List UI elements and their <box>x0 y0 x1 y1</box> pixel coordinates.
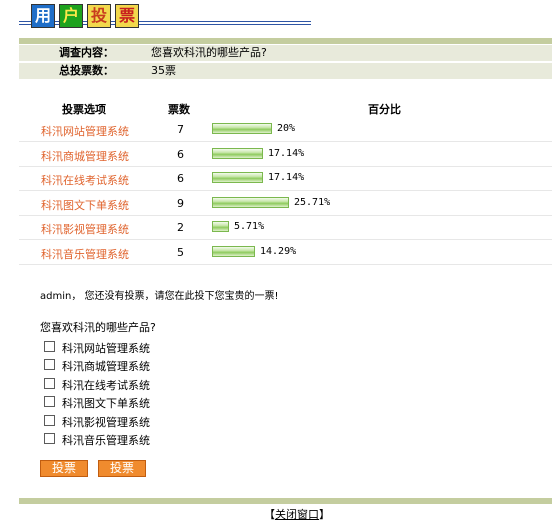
option-count: 2 <box>177 221 184 235</box>
close-window: 【关闭窗口】 <box>264 506 330 522</box>
vote-option-label: 科汛音乐管理系统 <box>62 434 150 447</box>
option-count: 9 <box>177 196 184 210</box>
option-name[interactable]: 科汛音乐管理系统 <box>41 246 129 262</box>
option-name[interactable]: 科汛影视管理系统 <box>41 221 129 237</box>
result-row: 科汛音乐管理系统 5 14.29% <box>19 240 552 265</box>
vote-option-label: 科汛商城管理系统 <box>62 360 150 374</box>
vote-option-label: 科汛图文下单系统 <box>62 397 150 411</box>
percent-bar <box>212 246 255 257</box>
top-divider <box>19 38 552 44</box>
vote-checkbox[interactable] <box>44 341 55 352</box>
vote-option-label: 科汛网站管理系统 <box>62 342 150 355</box>
result-row: 科汛影视管理系统 2 5.71% <box>19 215 552 241</box>
survey-label: 调查内容： <box>59 46 114 59</box>
total-label: 总投票数： <box>59 64 114 77</box>
percent-bar <box>212 123 272 134</box>
result-row: 科汛图文下单系统 9 25.71% <box>19 191 552 216</box>
vote-option-label: 科汛影视管理系统 <box>62 415 150 429</box>
col-count-header: 票数 <box>168 103 190 116</box>
percent-label: 25.71% <box>294 196 331 208</box>
total-row: 总投票数： 35票 <box>19 63 552 81</box>
result-row: 科汛网站管理系统 7 20% <box>19 117 552 142</box>
option-count: 6 <box>177 147 184 161</box>
result-row: 科汛在线考试系统 6 17.14% <box>19 166 552 192</box>
vote-checkbox[interactable] <box>44 396 55 408</box>
title-char-4: 票 <box>115 4 139 28</box>
vote-button-2[interactable]: 投票 <box>98 460 146 477</box>
option-name[interactable]: 科汛网站管理系统 <box>41 123 129 139</box>
option-name[interactable]: 科汛在线考试系统 <box>41 172 129 188</box>
col-option-header: 投票选项 <box>62 103 106 116</box>
percent-bar <box>212 147 263 159</box>
percent-bar <box>212 221 229 233</box>
bottom-divider <box>19 498 552 504</box>
col-percent-header: 百分比 <box>368 103 401 116</box>
option-name[interactable]: 科汛图文下单系统 <box>41 197 129 213</box>
percent-bar <box>212 172 263 184</box>
title-char-3: 投 <box>87 4 111 28</box>
percent-bar <box>212 196 289 208</box>
vote-checkbox[interactable] <box>44 359 55 371</box>
vote-question: 您喜欢科汛的哪些产品? <box>40 321 156 334</box>
title-char-2: 户 <box>59 4 83 28</box>
bracket-open: 【 <box>264 508 275 521</box>
vote-notice: admin， 您还没有投票，请您在此投下您宝贵的一票! <box>40 291 279 302</box>
percent-label: 5.71% <box>234 221 265 233</box>
option-count: 6 <box>177 172 184 186</box>
percent-label: 14.29% <box>260 246 297 257</box>
result-row: 科汛商城管理系统 6 17.14% <box>19 142 552 167</box>
vote-checkbox[interactable] <box>44 414 55 426</box>
title-char-1: 用 <box>31 4 55 28</box>
option-count: 5 <box>177 246 184 259</box>
vote-option-label: 科汛在线考试系统 <box>62 378 150 392</box>
percent-label: 20% <box>277 123 296 134</box>
survey-row: 调查内容： 您喜欢科汛的哪些产品? <box>19 45 552 63</box>
close-window-link[interactable]: 关闭窗口 <box>275 508 319 521</box>
vote-checkbox[interactable] <box>44 433 55 444</box>
option-count: 7 <box>177 123 184 136</box>
bracket-close: 】 <box>319 508 330 521</box>
vote-checkbox[interactable] <box>44 377 55 389</box>
percent-label: 17.14% <box>268 147 305 159</box>
option-name[interactable]: 科汛商城管理系统 <box>41 148 129 164</box>
vote-button[interactable]: 投票 <box>40 460 88 477</box>
total-value: 35票 <box>151 64 176 77</box>
page-header: 用 户 投 票 <box>19 4 319 32</box>
survey-value: 您喜欢科汛的哪些产品? <box>151 46 267 59</box>
percent-label: 17.14% <box>268 172 305 184</box>
